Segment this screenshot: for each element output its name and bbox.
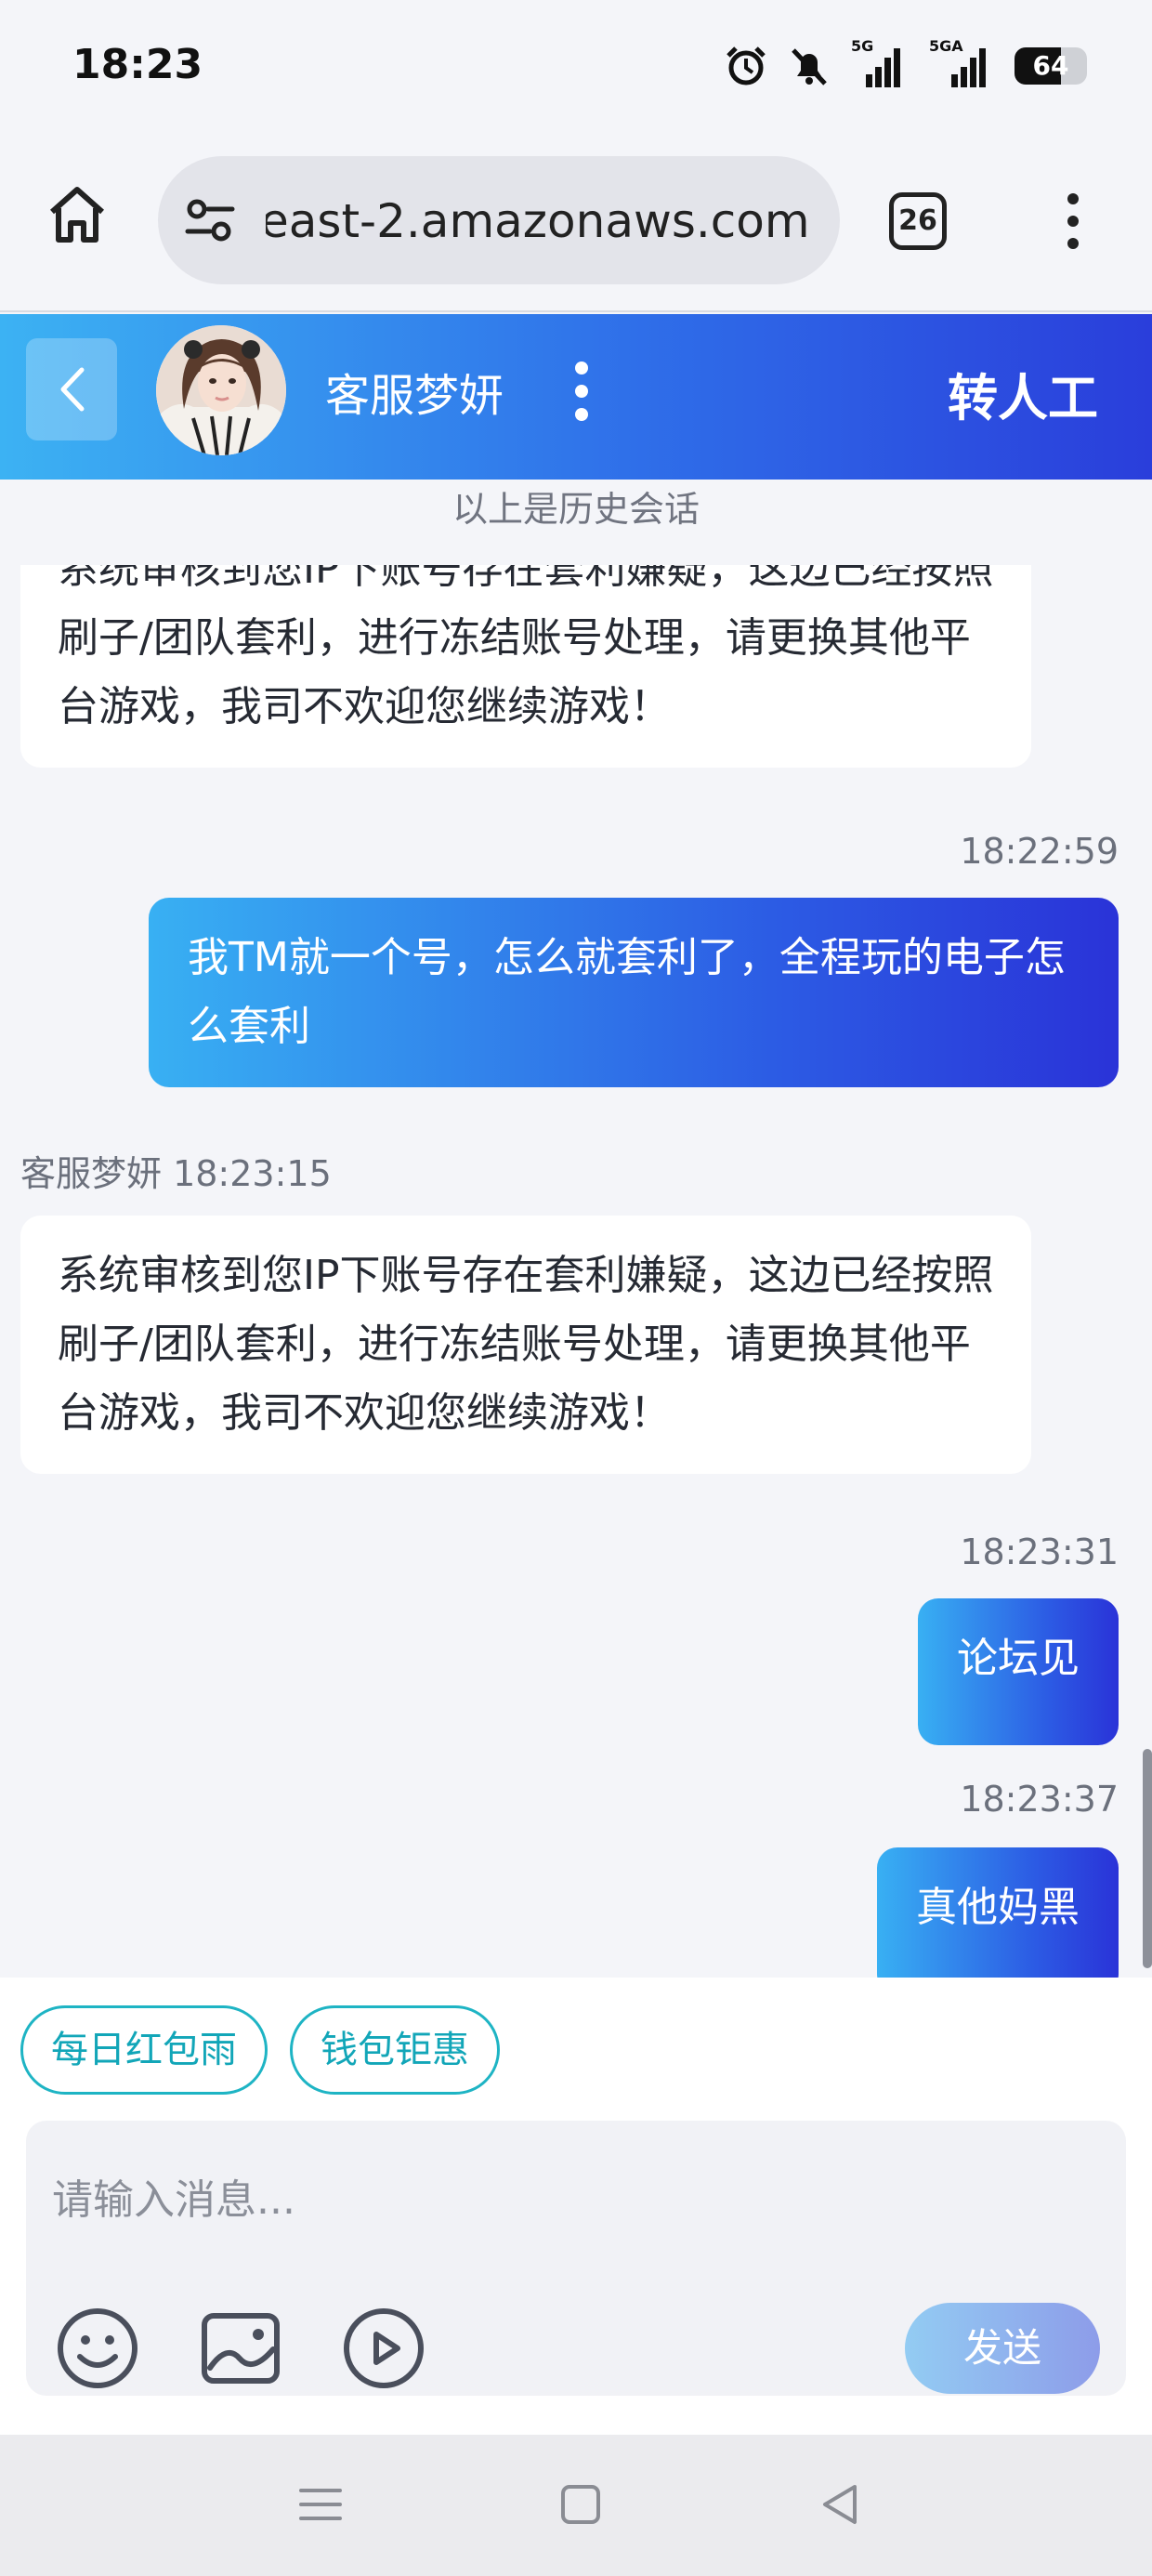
system-navigation-bar [0, 2435, 1152, 2576]
mute-bell-icon [792, 48, 827, 85]
sender-timestamp: 客服梦妍 18:23:15 [20, 1153, 332, 1194]
status-icons: 5G 5GA 64 [725, 37, 1087, 91]
back-triangle-icon[interactable] [818, 2481, 864, 2528]
incoming-message: 系统审核到您IP下账号存在套利嫌疑，这边已经按照刷子/团队套利，进行冻结账号处理… [20, 565, 1031, 768]
battery-icon: 64 [1015, 47, 1087, 85]
more-vertical-icon[interactable] [570, 361, 593, 422]
site-settings-icon[interactable] [184, 197, 236, 243]
outgoing-message: 我TM就一个号，怎么就套利了，全程玩的电子怎么套利 [149, 898, 1119, 1087]
quick-action-wallet-deal[interactable]: 钱包钜惠 [290, 2005, 500, 2095]
back-button[interactable] [26, 338, 117, 440]
avatar-image [156, 325, 286, 455]
chat-header: 客服梦妍 转人工 [0, 314, 1152, 480]
menu-lines-icon[interactable] [297, 2481, 344, 2528]
message-timestamp: 18:23:37 [960, 1779, 1119, 1820]
signal-5g-icon: 5G [851, 37, 903, 89]
message-list[interactable]: 系统审核到您IP下账号存在套利嫌疑，这边已经按照刷子/团队套利，进行冻结账号处理… [0, 565, 1152, 1978]
message-text: 我TM就一个号，怎么就套利了，全程玩的电子怎么套利 [188, 934, 1066, 1050]
browser-menu-icon[interactable] [1059, 191, 1087, 251]
video-icon[interactable] [342, 2307, 425, 2390]
history-divider: 以上是历史会话 [0, 481, 1152, 565]
incoming-message: 系统审核到您IP下账号存在套利嫌疑，这边已经按照刷子/团队套利，进行冻结账号处理… [20, 1216, 1031, 1474]
message-timestamp: 18:23:31 [960, 1531, 1119, 1572]
tabs-count-button[interactable]: 26 [889, 192, 947, 250]
browser-toolbar: east-2.amazonaws.com 26 [0, 139, 1152, 312]
battery-level: 64 [1032, 50, 1069, 81]
message-text: 系统审核到您IP下账号存在套利嫌疑，这边已经按照刷子/团队套利，进行冻结账号处理… [58, 565, 994, 730]
status-time: 18:23 [72, 41, 203, 88]
message-timestamp: 18:22:59 [960, 831, 1119, 872]
agent-name: 客服梦妍 [325, 370, 504, 422]
input-card: 发送 [26, 2121, 1126, 2396]
outgoing-message: 真他妈黑 [877, 1847, 1119, 1978]
message-input[interactable] [52, 2167, 1074, 2232]
image-icon[interactable] [199, 2307, 282, 2390]
status-bar: 18:23 5G 5GA 64 [0, 0, 1152, 139]
agent-avatar[interactable] [156, 325, 286, 455]
alarm-icon [727, 46, 766, 85]
message-text: 论坛见 [957, 1635, 1080, 1682]
quick-action-red-packet[interactable]: 每日红包雨 [20, 2005, 268, 2095]
message-text: 系统审核到您IP下账号存在套利嫌疑，这边已经按照刷子/团队套利，进行冻结账号处理… [58, 1252, 994, 1437]
signal-5ga-icon: 5GA [923, 37, 994, 89]
composer-area: 每日红包雨 钱包钜惠 发送 [0, 1978, 1152, 2435]
transfer-to-human-button[interactable]: 转人工 [948, 357, 1098, 430]
emoji-icon[interactable] [56, 2307, 139, 2390]
home-square-icon[interactable] [557, 2481, 604, 2528]
address-bar[interactable]: east-2.amazonaws.com [158, 156, 840, 284]
chevron-left-icon [60, 367, 85, 412]
message-text: 真他妈黑 [916, 1884, 1080, 1931]
scrollbar[interactable] [1143, 1749, 1152, 1968]
outgoing-message: 论坛见 [918, 1598, 1119, 1745]
send-button[interactable]: 发送 [905, 2303, 1100, 2394]
url-text[interactable]: east-2.amazonaws.com [266, 193, 823, 249]
home-icon[interactable] [46, 184, 108, 245]
